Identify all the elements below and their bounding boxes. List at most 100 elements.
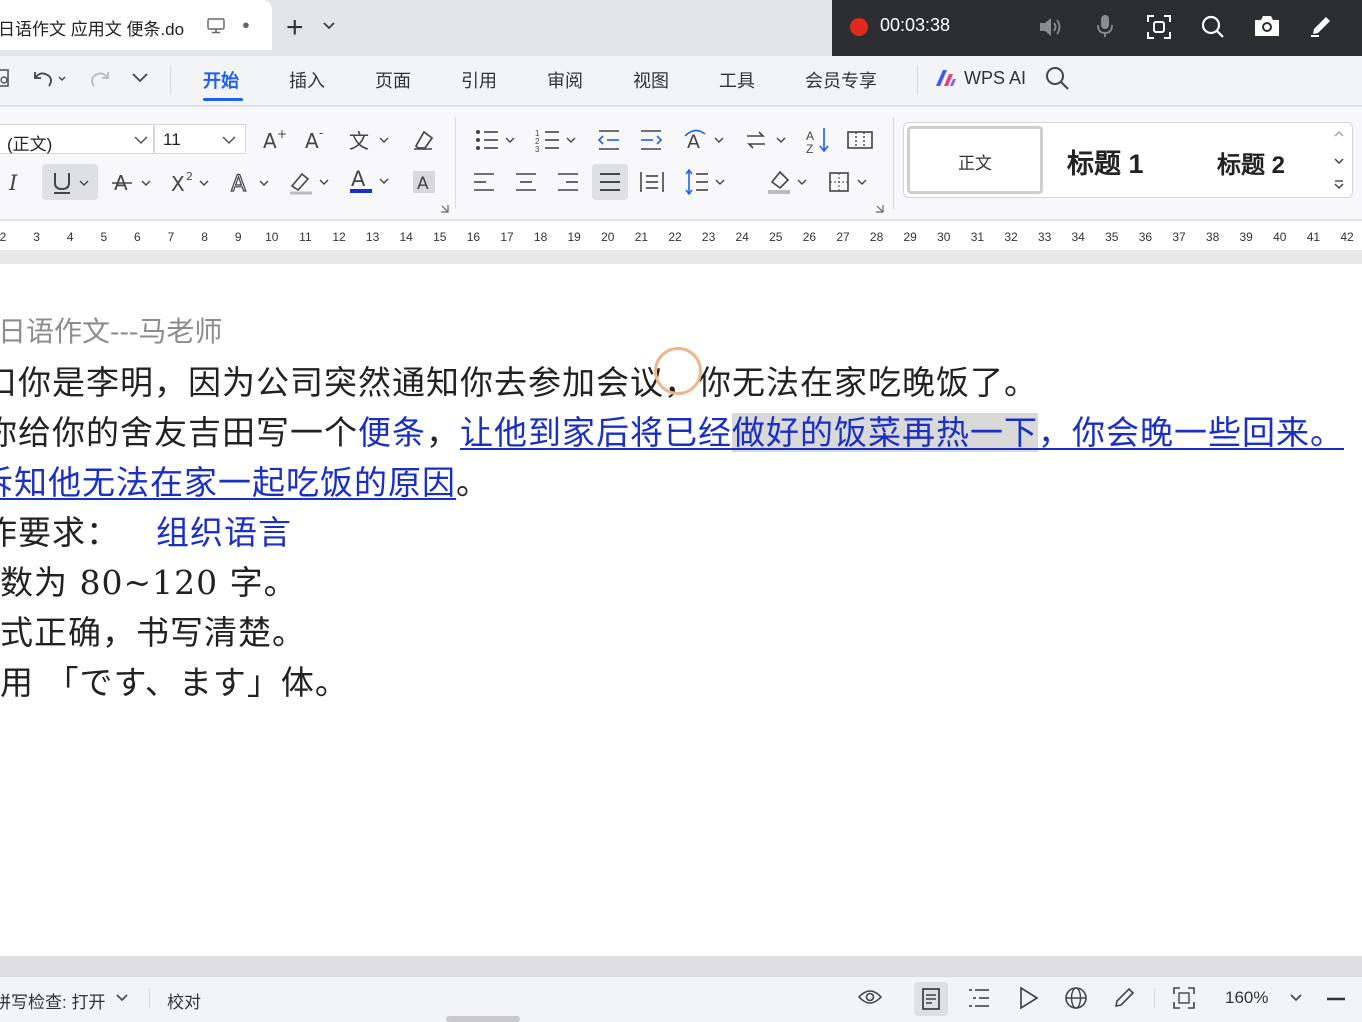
region-capture-icon[interactable]: [1146, 14, 1172, 40]
menu-view[interactable]: 视图: [633, 67, 669, 93]
menu-review[interactable]: 审阅: [547, 67, 583, 93]
strikethrough-icon[interactable]: A: [112, 170, 154, 196]
align-right-icon[interactable]: [556, 171, 580, 193]
doc-line-3[interactable]: 你给你的舍友吉田写一个便条，让他到家后将已经做好的饭菜再热一下，你会晚一些回来。: [0, 406, 1344, 454]
doc-line-3-comma: ，: [426, 413, 460, 452]
pen-icon[interactable]: [1112, 986, 1136, 1010]
microphone-icon[interactable]: [1096, 13, 1114, 39]
doc-line-2[interactable]: 口你是李明，因为公司突然通知你去参加会议，你无法在家吃晚饭了。: [0, 356, 1038, 404]
menu-page[interactable]: 页面: [375, 67, 411, 93]
doc-line-3-link-b[interactable]: ，你会晚一些回来。: [1038, 413, 1344, 452]
outline-view-icon[interactable]: [967, 987, 991, 1009]
highlight-icon[interactable]: [288, 168, 334, 196]
play-icon[interactable]: [1018, 986, 1040, 1010]
font-color-icon[interactable]: A: [348, 166, 394, 196]
superscript-icon[interactable]: X2: [170, 170, 214, 196]
paragraph-dialog-launcher-icon[interactable]: [875, 204, 884, 213]
line-spacing-icon[interactable]: [684, 168, 728, 196]
print-preview-icon[interactable]: [0, 68, 12, 90]
zoom-chevron-icon[interactable]: [1290, 994, 1302, 1002]
decrease-indent-icon[interactable]: [597, 128, 621, 152]
horizontal-ruler[interactable]: 2 3 4 5 6 7 8 9 10 11 12 13 14 15 16 17 18 19 20 21 22 23 24 25…: [0, 220, 1362, 250]
doc-line-6[interactable]: 数为 80~120 字。: [0, 556, 298, 604]
style-heading-2[interactable]: 标题 2: [1217, 145, 1285, 180]
bullet-list-icon[interactable]: [474, 128, 518, 152]
doc-line-5-keyword: 组织语言: [156, 513, 292, 552]
pen-icon[interactable]: [1309, 14, 1333, 38]
text-effect-icon[interactable]: A: [230, 170, 274, 196]
zoom-level[interactable]: 160%: [1225, 988, 1268, 1008]
tab-bar: 日语作文 应用文 便条.do ● + 00:03:38: [0, 0, 1362, 56]
fit-page-icon[interactable]: [1172, 986, 1196, 1010]
doc-line-7[interactable]: 式正确，书写清楚。: [0, 606, 306, 654]
numbered-list-icon[interactable]: 123: [535, 128, 579, 152]
align-left-icon[interactable]: [472, 171, 496, 193]
italic-icon[interactable]: I: [6, 170, 26, 194]
ruler-tick: 28: [869, 230, 884, 244]
document-tab[interactable]: 日语作文 应用文 便条.do ●: [0, 0, 272, 50]
redo-icon[interactable]: [90, 68, 114, 90]
speaker-icon[interactable]: [1038, 15, 1064, 39]
doc-line-4-link[interactable]: 诉知他无法在家一起吃饭的原因: [0, 463, 456, 502]
doc-line-8[interactable]: 用 「です、ます」体。: [0, 656, 349, 704]
quick-access-chevron-icon[interactable]: [132, 73, 148, 83]
search-icon[interactable]: [1200, 14, 1226, 40]
underline-button[interactable]: [42, 164, 98, 200]
text-direction-icon[interactable]: A: [683, 126, 727, 154]
align-center-icon[interactable]: [514, 171, 538, 193]
ruler-tick: 29: [903, 230, 917, 244]
clear-format-icon[interactable]: [410, 128, 436, 152]
doc-line-title[interactable]: 日语作文---马老师: [0, 310, 222, 350]
ruler-tick: 20: [601, 230, 615, 244]
doc-line-3-selected-text[interactable]: 做好的饭菜再热一下: [732, 413, 1038, 452]
sort-icon[interactable]: AZ: [806, 126, 832, 154]
horizontal-scrollbar[interactable]: [446, 1016, 520, 1022]
table-tools-icon[interactable]: [847, 128, 873, 152]
font-name-select[interactable]: (正文): [0, 124, 154, 154]
distribute-icon[interactable]: [639, 170, 665, 194]
chevron-down-icon[interactable]: [323, 22, 335, 30]
menu-tools[interactable]: 工具: [719, 67, 755, 93]
shading-icon[interactable]: [766, 168, 812, 196]
modified-dot-icon[interactable]: ●: [242, 17, 250, 32]
ruler-tick: 12: [332, 230, 346, 244]
grow-font-icon[interactable]: A +: [262, 128, 288, 152]
line-direction-icon[interactable]: [745, 128, 789, 152]
increase-indent-icon[interactable]: [639, 128, 663, 152]
camera-icon[interactable]: [1253, 14, 1281, 38]
doc-line-5[interactable]: 作要求： 组织语言: [0, 506, 292, 554]
menu-wps-ai[interactable]: WPS AI: [964, 68, 1026, 89]
undo-icon[interactable]: [31, 68, 67, 90]
svg-text:A: A: [687, 131, 700, 153]
spellcheck-toggle[interactable]: 拼写检查: 打开: [0, 988, 105, 1013]
shrink-font-icon[interactable]: A-: [304, 128, 330, 152]
style-heading-1[interactable]: 标题 1: [1067, 142, 1144, 181]
menu-home[interactable]: 开始: [203, 67, 239, 93]
search-icon[interactable]: [1045, 66, 1071, 92]
menu-references[interactable]: 引用: [461, 67, 497, 93]
borders-icon[interactable]: [828, 170, 872, 194]
record-status-icon[interactable]: [849, 17, 869, 37]
gallery-scroll-up-icon[interactable]: [1334, 130, 1344, 137]
phonetic-guide-icon[interactable]: 文: [348, 127, 392, 153]
font-size-select[interactable]: 11: [154, 124, 246, 154]
ruler-tick: 39: [1239, 230, 1253, 244]
svg-text:I: I: [8, 171, 18, 194]
char-shading-icon[interactable]: A: [412, 169, 436, 195]
new-tab-button[interactable]: +: [286, 11, 304, 45]
justify-button[interactable]: [592, 164, 628, 200]
doc-line-4[interactable]: 诉知他无法在家一起吃饭的原因。: [0, 456, 490, 504]
zoom-out-icon[interactable]: [1326, 997, 1346, 1001]
proofread-button[interactable]: 校对: [167, 988, 201, 1013]
gallery-scroll-down-icon[interactable]: [1334, 158, 1344, 165]
eye-icon[interactable]: [857, 987, 883, 1007]
menu-insert[interactable]: 插入: [289, 67, 325, 93]
doc-line-3-link-a[interactable]: 让他到家后将已经: [460, 413, 732, 452]
font-dialog-launcher-icon[interactable]: [440, 204, 449, 213]
gallery-expand-icon[interactable]: [1334, 180, 1344, 190]
menu-member[interactable]: 会员专享: [805, 67, 877, 93]
page-view-button[interactable]: [914, 982, 948, 1016]
spellcheck-chevron-icon[interactable]: [116, 994, 128, 1002]
web-view-icon[interactable]: [1064, 986, 1088, 1010]
style-normal[interactable]: 正文: [907, 126, 1043, 194]
